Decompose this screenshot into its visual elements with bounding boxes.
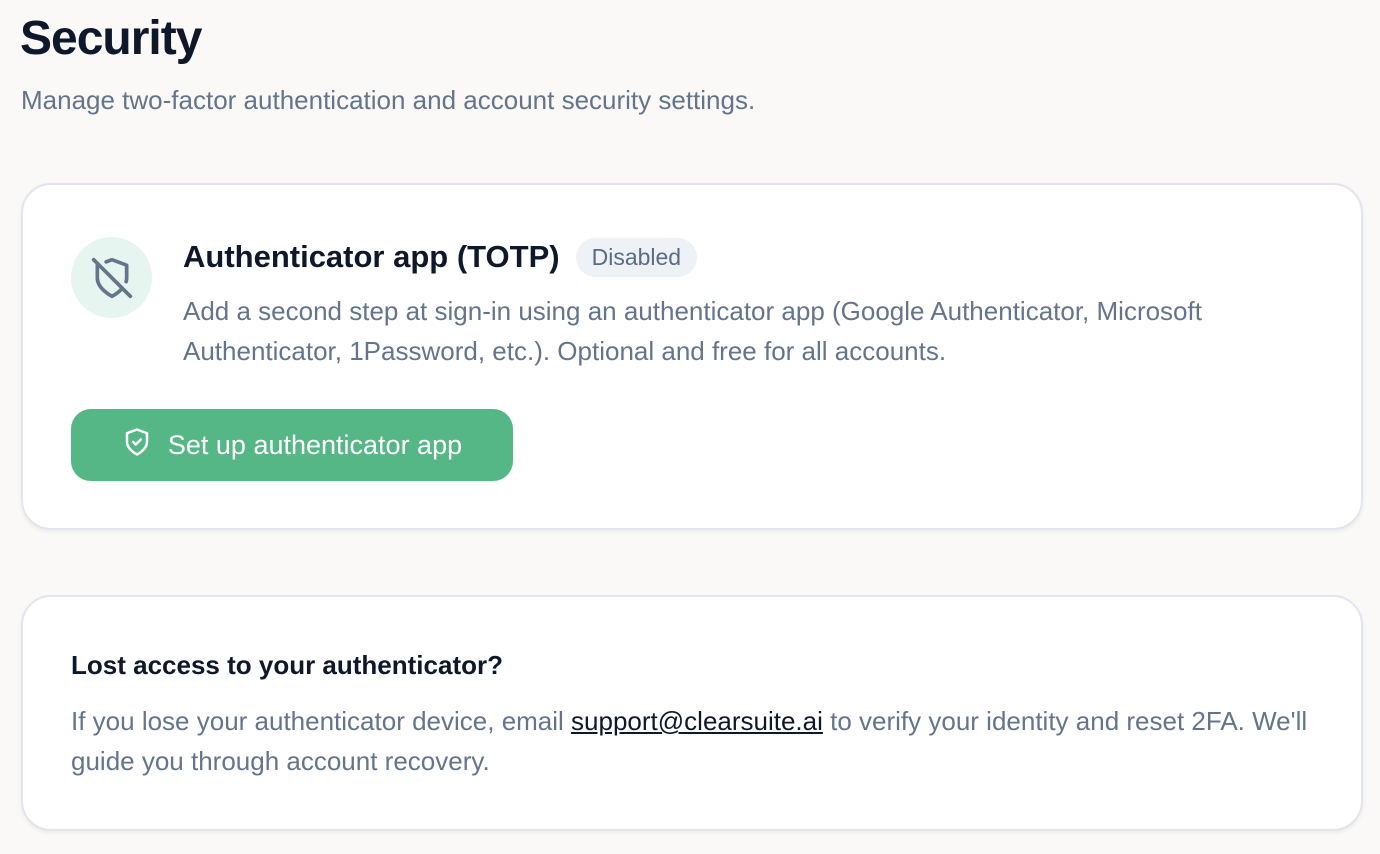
setup-authenticator-button[interactable]: Set up authenticator app (71, 409, 513, 481)
recovery-text-before: If you lose your authenticator device, e… (71, 706, 572, 736)
totp-title: Authenticator app (TOTP) (183, 239, 560, 274)
recovery-card: Lost access to your authenticator? If yo… (21, 595, 1363, 831)
shield-check-icon (122, 427, 152, 464)
status-badge: Disabled (575, 237, 698, 277)
recovery-title: Lost access to your authenticator? (71, 650, 503, 680)
support-email-link[interactable]: support@clearsuite.ai (571, 706, 823, 736)
setup-button-label: Set up authenticator app (167, 429, 463, 460)
page-subtitle: Manage two-factor authentication and acc… (21, 85, 756, 115)
recovery-text: If you lose your authenticator device, e… (71, 701, 1311, 781)
shield-off-icon (71, 237, 152, 318)
page-title: Security (20, 12, 202, 65)
totp-card: Authenticator app (TOTP) Disabled Add a … (21, 183, 1363, 530)
security-page: Security Manage two-factor authenticatio… (0, 0, 1380, 854)
totp-description: Add a second step at sign-in using an au… (183, 296, 1202, 366)
totp-header: Authenticator app (TOTP) Disabled (183, 237, 698, 277)
